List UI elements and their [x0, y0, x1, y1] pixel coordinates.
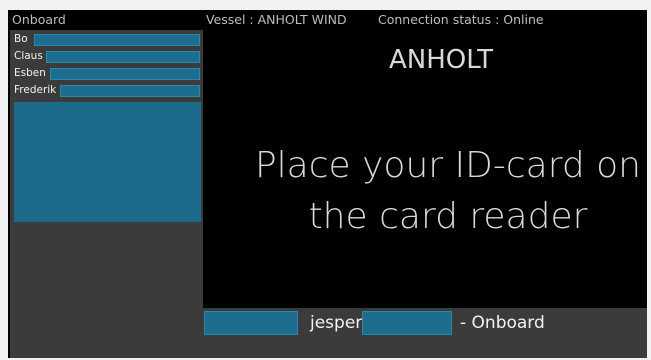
kiosk-screen: Onboard Bo Claus Esben Frederik Vessel :… — [8, 10, 647, 358]
crew-id-field — [34, 34, 200, 46]
crew-row[interactable]: Esben — [12, 66, 201, 81]
crew-id-field — [50, 68, 200, 80]
crew-id-field — [46, 51, 200, 63]
onboard-header: Onboard — [8, 10, 202, 30]
status-user: jesper — [310, 313, 363, 333]
bottom-strip — [202, 338, 647, 358]
crew-row[interactable]: Bo — [12, 32, 201, 47]
onboard-list: Bo Claus Esben Frederik — [10, 30, 203, 358]
vessel-label: Vessel : ANHOLT WIND — [206, 12, 347, 27]
crew-name: Bo — [14, 33, 28, 45]
status-suffix: - Onboard — [460, 313, 545, 333]
crew-name: Esben — [14, 67, 46, 79]
connection-status: Connection status : Online — [378, 12, 544, 27]
instruction-text: Place your ID-card on the card reader — [238, 140, 651, 242]
crew-row[interactable]: Claus — [12, 49, 201, 64]
crew-name: Claus — [14, 50, 43, 62]
status-id-field — [362, 311, 452, 335]
status-id-field — [204, 311, 298, 335]
instruction-line-1: Place your ID-card on — [254, 145, 642, 186]
instruction-line-2: the card reader — [308, 196, 588, 237]
scan-status-bar: jesper - Onboard — [202, 308, 647, 338]
crew-row[interactable]: Frederik — [12, 83, 201, 98]
crew-id-field — [60, 85, 200, 97]
location-title: ANHOLT — [388, 45, 494, 75]
selection-highlight — [14, 102, 201, 222]
crew-name: Frederik — [14, 84, 57, 96]
status-header: Vessel : ANHOLT WIND Connection status :… — [206, 10, 647, 30]
